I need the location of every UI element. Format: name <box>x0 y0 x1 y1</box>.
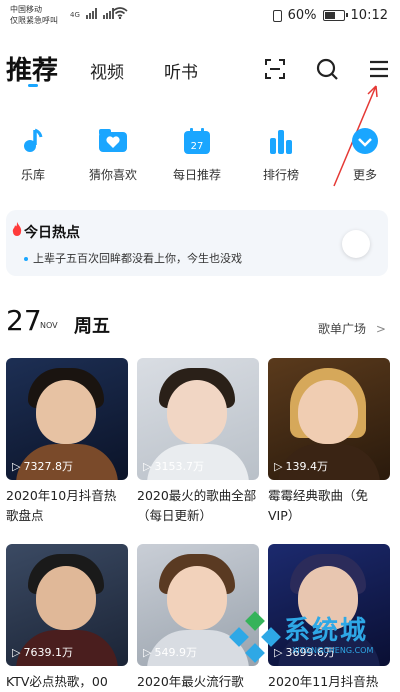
diamond-logo-icon <box>229 611 281 663</box>
play-icon: ▷ <box>12 645 21 659</box>
play-count: ▷ 139.4万 <box>274 459 328 474</box>
signal-indicators: 4G <box>70 7 114 19</box>
menu-icon[interactable] <box>366 56 392 82</box>
hot-headline-text: 上辈子五百次回眸都没看上你，今生也没戏 <box>33 252 242 265</box>
play-count: ▷ 7327.8万 <box>12 459 73 474</box>
watermark-subtext: XITONGCHENG.COM <box>292 646 374 655</box>
quick-item-daily[interactable]: 27 每日推荐 <box>162 124 232 183</box>
playlist-cover: ▷ 3153.7万 <box>137 358 259 480</box>
playlist-title: 2020最火的歌曲全部（每日更新） <box>137 488 257 523</box>
playlist-square-link[interactable]: 歌单广场 > <box>318 320 386 337</box>
chevron-right-icon: > <box>375 322 386 336</box>
flame-icon <box>12 222 22 236</box>
bullet-dot-icon <box>24 257 28 261</box>
tab-active-indicator <box>28 84 38 87</box>
quick-item-library[interactable]: 乐库 <box>0 124 68 183</box>
playlist-card[interactable]: ▷ 7639.1万 KTV必点热歌，00 <box>6 544 128 692</box>
date-weekday: 周五 <box>74 316 110 337</box>
quick-item-guess-like[interactable]: 猜你喜欢 <box>78 124 148 183</box>
playlist-title: 2020年10月抖音热歌盘点 <box>6 488 117 523</box>
network-type: 4G <box>70 11 80 19</box>
playlist-card[interactable]: ▷ 3153.7万 2020最火的歌曲全部（每日更新） <box>137 358 259 526</box>
watermark-logo: 系统城 XITONGCHENG.COM <box>222 606 400 682</box>
playlist-cover: ▷ 7639.1万 <box>6 544 128 666</box>
heart-folder-icon <box>96 124 130 158</box>
quick-label: 排行榜 <box>262 168 299 182</box>
play-count: ▷ 549.9万 <box>143 645 197 660</box>
emergency-only-text: 仅限紧急呼叫 <box>10 16 58 25</box>
playlist-card[interactable]: ▷ 139.4万 霉霉经典歌曲（免VIP） <box>268 358 390 526</box>
play-icon: ▷ <box>143 645 152 659</box>
date-month: NOV <box>40 321 58 330</box>
scan-icon[interactable] <box>262 56 288 82</box>
carrier-info: 中国移动 仅限紧急呼叫 <box>10 4 58 26</box>
play-icon: ▷ <box>143 459 152 473</box>
wifi-icon <box>112 7 128 19</box>
hot-toggle-knob[interactable] <box>342 230 370 258</box>
battery-percent: 60% <box>287 8 317 23</box>
tab-recommend[interactable]: 推荐 <box>6 50 58 87</box>
status-bar: 中国移动 仅限紧急呼叫 4G 60% 10:12 <box>0 0 400 34</box>
playlist-cover: ▷ 7327.8万 <box>6 358 128 480</box>
carrier-name: 中国移动 <box>10 5 42 14</box>
status-right: 60% 10:12 <box>272 8 388 23</box>
play-icon: ▷ <box>12 459 21 473</box>
music-note-icon <box>16 124 50 158</box>
playlist-title: KTV必点热歌，00 <box>6 674 108 689</box>
play-count: ▷ 3153.7万 <box>143 459 204 474</box>
quick-label: 更多 <box>352 168 377 182</box>
quick-label: 每日推荐 <box>172 168 221 182</box>
vibrate-icon <box>272 9 282 22</box>
quick-label: 乐库 <box>20 168 45 182</box>
quick-item-chart[interactable]: 排行榜 <box>246 124 316 183</box>
watermark-text: 系统城 <box>284 616 369 646</box>
quick-entries: 乐库 猜你喜欢 27 每日推荐 排行榜 更多 <box>0 124 400 194</box>
tab-video[interactable]: 视频 <box>90 58 124 83</box>
quick-label: 猜你喜欢 <box>88 168 137 182</box>
signal-bars-icon <box>85 7 97 19</box>
hot-headline[interactable]: 上辈子五百次回眸都没看上你，今生也没戏 <box>24 250 242 266</box>
playlist-square-label: 歌单广场 <box>318 322 367 336</box>
chart-bars-icon <box>264 124 298 158</box>
search-icon[interactable] <box>314 56 340 82</box>
date-row: 27 NOV 周五 歌单广场 > <box>0 304 400 344</box>
svg-text:27: 27 <box>191 141 204 152</box>
date-day: 27 <box>6 304 42 337</box>
playlist-cover: ▷ 139.4万 <box>268 358 390 480</box>
battery-icon <box>322 10 348 21</box>
calendar-icon: 27 <box>180 124 214 158</box>
hot-title: 今日热点 <box>24 225 80 241</box>
playlist-card[interactable]: ▷ 7327.8万 2020年10月抖音热歌盘点 <box>6 358 128 526</box>
quick-item-more[interactable]: 更多 <box>330 124 400 183</box>
playlist-title: 霉霉经典歌曲（免VIP） <box>268 488 369 523</box>
chevron-down-circle-icon <box>348 124 382 158</box>
tab-audiobook[interactable]: 听书 <box>164 58 198 83</box>
play-count: ▷ 7639.1万 <box>12 645 73 660</box>
clock: 10:12 <box>350 8 388 23</box>
hot-topic-card[interactable]: 今日热点 上辈子五百次回眸都没看上你，今生也没戏 <box>6 210 388 276</box>
play-icon: ▷ <box>274 459 283 473</box>
